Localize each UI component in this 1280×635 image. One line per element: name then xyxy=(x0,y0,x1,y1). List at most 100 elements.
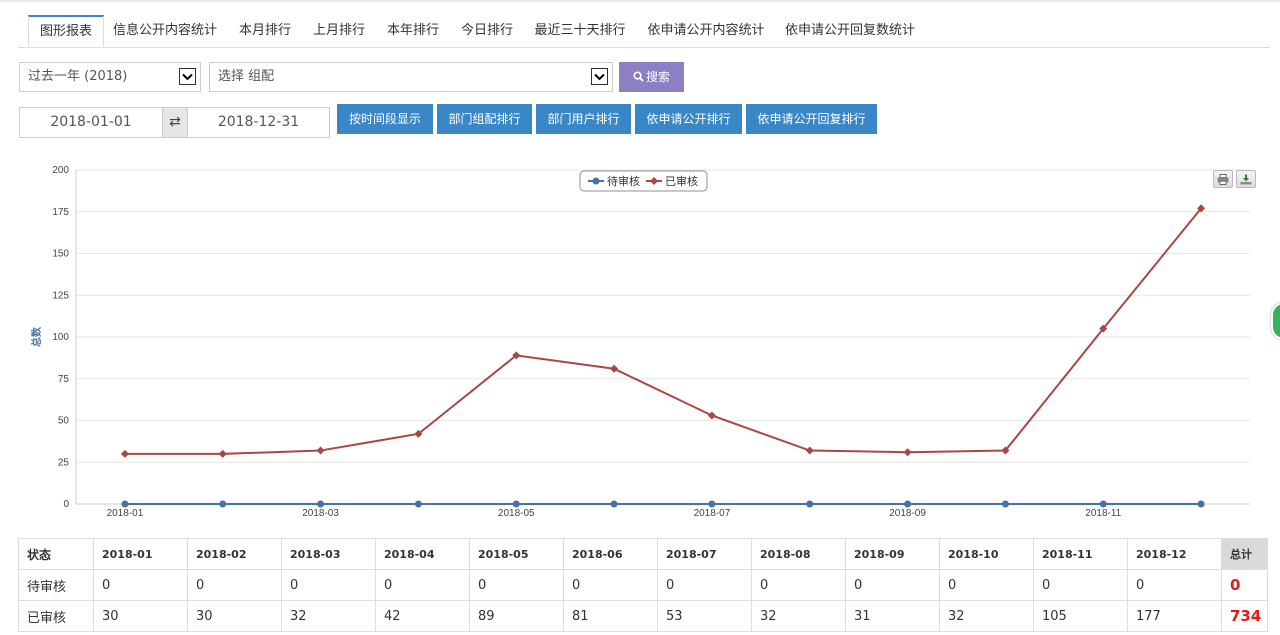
data-point[interactable] xyxy=(903,448,912,457)
table-cell: 89 xyxy=(469,600,564,632)
data-point[interactable] xyxy=(806,500,814,508)
download-icon[interactable] xyxy=(1236,170,1256,188)
row-total: 734 xyxy=(1221,600,1268,632)
tab-last-month-rank[interactable]: 上月排行 xyxy=(307,15,371,47)
table-cell: 0 xyxy=(187,569,282,601)
tab-application-reply-stats[interactable]: 依申请公开回复数统计 xyxy=(782,15,918,47)
data-point[interactable] xyxy=(1001,500,1009,508)
search-button[interactable]: 搜索 xyxy=(619,62,684,92)
tab-info-public-stats[interactable]: 信息公开内容统计 xyxy=(110,15,220,47)
legend-marker xyxy=(592,177,600,185)
tab-this-year-rank[interactable]: 本年排行 xyxy=(381,15,445,47)
table-cell: 81 xyxy=(563,600,658,632)
month-header: 2018-03 xyxy=(281,538,376,570)
data-point[interactable] xyxy=(707,411,716,420)
x-tick-label: 2018-09 xyxy=(889,508,926,519)
row-total: 0 xyxy=(1221,569,1268,601)
table-cell: 42 xyxy=(375,600,470,632)
period-select[interactable]: 过去一年 (2018) xyxy=(19,62,201,92)
data-point[interactable] xyxy=(1197,500,1205,508)
y-tick-label: 25 xyxy=(58,457,70,468)
x-tick-label: 2018-11 xyxy=(1085,508,1121,519)
tab-this-month-rank[interactable]: 本月排行 xyxy=(233,15,297,47)
data-point[interactable] xyxy=(414,500,422,508)
legend-item[interactable]: 已审核 xyxy=(665,174,698,188)
end-date-input[interactable]: 2018-12-31 xyxy=(187,107,330,138)
tab-chart-report[interactable]: 图形报表 xyxy=(28,15,104,47)
y-tick-label: 50 xyxy=(58,416,70,427)
month-header: 2018-09 xyxy=(845,538,940,570)
start-date-input[interactable]: 2018-01-01 xyxy=(19,107,163,138)
print-icon[interactable] xyxy=(1213,170,1233,188)
tab-last-30-days-rank[interactable]: 最近三十天排行 xyxy=(530,15,630,47)
data-point[interactable] xyxy=(120,449,129,458)
data-point[interactable] xyxy=(121,500,129,508)
legend-item[interactable]: 待审核 xyxy=(607,174,640,188)
stats-table: 状态 2018-01 2018-02 2018-03 2018-04 2018-05 20… xyxy=(18,538,1268,632)
show-by-period-button[interactable]: 按时间段显示 xyxy=(337,104,433,134)
y-tick-label: 175 xyxy=(52,207,69,218)
month-header: 2018-06 xyxy=(563,538,658,570)
month-header: 2018-11 xyxy=(1033,538,1128,570)
data-point[interactable] xyxy=(218,449,227,458)
table-row: 待审核 0000000000000 xyxy=(18,569,1268,601)
data-point[interactable] xyxy=(610,500,618,508)
table-header-row: 状态 2018-01 2018-02 2018-03 2018-04 2018-05 20… xyxy=(18,538,1268,570)
series-line xyxy=(124,207,1202,455)
floating-help-button[interactable] xyxy=(1271,302,1280,340)
dept-group-rank-button[interactable]: 部门组配排行 xyxy=(437,104,532,134)
data-point[interactable] xyxy=(708,500,716,508)
table-cell: 0 xyxy=(1127,569,1222,601)
month-header: 2018-02 xyxy=(187,538,282,570)
chevron-down-icon[interactable] xyxy=(179,68,196,85)
y-tick-label: 100 xyxy=(52,332,69,343)
chevron-down-icon[interactable] xyxy=(591,68,608,85)
search-button-label: 搜索 xyxy=(645,70,670,84)
swap-icon[interactable]: ⇄ xyxy=(163,107,187,138)
data-point[interactable] xyxy=(219,500,227,508)
application-reply-rank-button[interactable]: 依申请公开回复排行 xyxy=(746,104,877,134)
chart-svg: 0 25 50 75 100 125 150 175 200 总数 2018-01 2018-03 20… xyxy=(30,165,1250,519)
month-header: 2018-10 xyxy=(939,538,1034,570)
table-cell: 0 xyxy=(281,569,376,601)
table-cell: 0 xyxy=(845,569,940,601)
search-icon xyxy=(633,71,644,82)
month-header: 2018-08 xyxy=(751,538,846,570)
month-header: 2018-07 xyxy=(657,538,752,570)
table-cell: 53 xyxy=(657,600,752,632)
y-tick-label: 200 xyxy=(52,165,69,176)
data-point[interactable] xyxy=(904,500,912,508)
table-cell: 32 xyxy=(939,600,1034,632)
table-cell: 31 xyxy=(845,600,940,632)
data-point[interactable] xyxy=(316,446,325,455)
table-row: 已审核 30 30 32 42 89 81 53 32 31 32 105 177 734 xyxy=(18,600,1268,632)
y-tick-label: 125 xyxy=(52,290,69,301)
data-point[interactable] xyxy=(805,446,814,455)
table-cell: 0 xyxy=(375,569,470,601)
table-cell: 32 xyxy=(751,600,846,632)
month-header: 2018-05 xyxy=(469,538,564,570)
data-point[interactable] xyxy=(512,500,520,508)
line-chart: 0 25 50 75 100 125 150 175 200 总数 2018-01 2018-03 20… xyxy=(18,150,1262,530)
dept-user-rank-button[interactable]: 部门用户排行 xyxy=(536,104,631,134)
group-select[interactable]: 选择 组配 xyxy=(209,62,613,92)
data-point[interactable] xyxy=(1099,500,1107,508)
table-cell: 0 xyxy=(93,569,188,601)
table-cell: 177 xyxy=(1127,600,1222,632)
x-tick-label: 2018-01 xyxy=(107,508,144,519)
period-select-value: 过去一年 (2018) xyxy=(28,69,128,84)
y-tick-label: 75 xyxy=(58,374,70,385)
row-label: 已审核 xyxy=(18,600,94,632)
y-tick-label: 150 xyxy=(52,249,69,260)
month-header: 2018-01 xyxy=(93,538,188,570)
table-cell: 105 xyxy=(1033,600,1128,632)
table-cell: 0 xyxy=(563,569,658,601)
tab-application-content-stats[interactable]: 依申请公开内容统计 xyxy=(644,15,768,47)
application-rank-button[interactable]: 依申请公开排行 xyxy=(635,104,742,134)
data-point[interactable] xyxy=(610,364,619,373)
total-header: 总计 xyxy=(1221,538,1268,570)
table-cell: 0 xyxy=(469,569,564,601)
table-cell: 0 xyxy=(657,569,752,601)
tab-today-rank[interactable]: 今日排行 xyxy=(455,15,519,47)
data-point[interactable] xyxy=(317,500,325,508)
